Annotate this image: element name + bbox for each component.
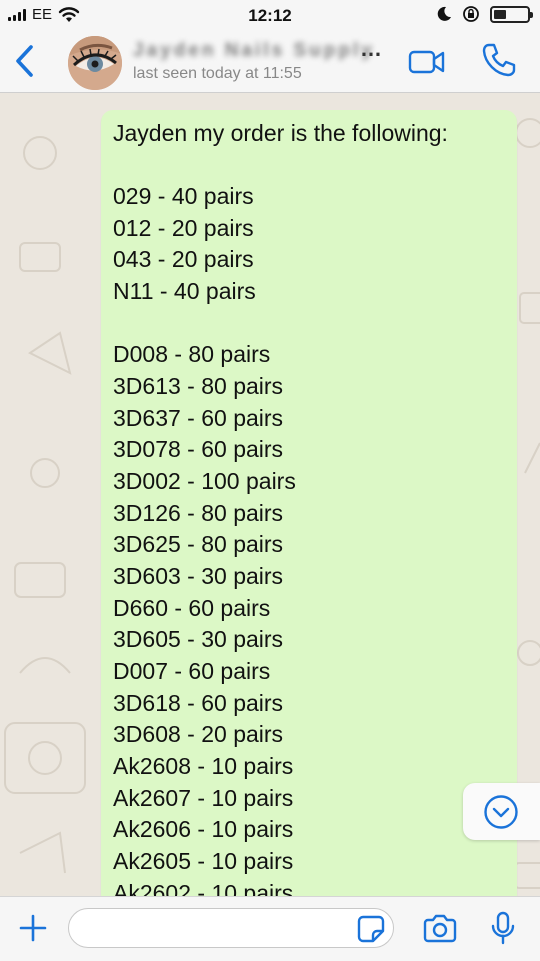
name-ellipsis: … — [360, 36, 383, 61]
order-line: 3D625 - 80 pairs — [113, 531, 284, 557]
plus-icon[interactable] — [18, 913, 48, 943]
order-line: D660 - 60 pairs — [113, 595, 271, 621]
order-line: D008 - 80 pairs — [113, 341, 271, 367]
order-line: 029 - 40 pairs — [113, 183, 254, 209]
status-right — [436, 5, 533, 23]
status-bar: EE 12:12 — [0, 0, 540, 30]
camera-icon[interactable] — [422, 914, 458, 944]
order-line: 3D618 - 60 pairs — [113, 690, 284, 716]
phone-icon[interactable] — [480, 42, 516, 78]
sticker-icon[interactable] — [356, 914, 386, 944]
order-line: Ak2608 - 10 pairs — [113, 753, 294, 779]
orientation-lock-icon — [463, 6, 479, 22]
input-bar — [0, 896, 540, 961]
order-line: 3D002 - 100 pairs — [113, 468, 296, 494]
chevron-down-icon — [484, 795, 518, 829]
order-line: 3D608 - 20 pairs — [113, 721, 284, 747]
avatar[interactable] — [68, 36, 122, 90]
message-intro: Jayden my order is the following: — [113, 120, 448, 146]
chat-header: Jayden Nails Supply … last seen today at… — [0, 30, 540, 93]
microphone-icon[interactable] — [490, 911, 516, 945]
order-line: 3D613 - 80 pairs — [113, 373, 284, 399]
battery-icon — [490, 5, 533, 23]
video-camera-icon[interactable] — [408, 48, 446, 76]
order-line: Ak2606 - 10 pairs — [113, 816, 294, 842]
order-line: 3D605 - 30 pairs — [113, 626, 284, 652]
avatar-eye-image — [68, 36, 122, 90]
back-chevron-icon[interactable] — [10, 43, 40, 79]
order-line: Ak2602 - 10 pairs — [113, 880, 294, 896]
order-line: 3D637 - 60 pairs — [113, 405, 284, 431]
scroll-to-bottom-button[interactable] — [463, 783, 540, 840]
order-line: 3D078 - 60 pairs — [113, 436, 284, 462]
message-input[interactable] — [68, 908, 394, 948]
order-line: 3D603 - 30 pairs — [113, 563, 284, 589]
chat-area[interactable]: Jayden my order is the following: 029 - … — [0, 93, 540, 896]
order-line: D007 - 60 pairs — [113, 658, 271, 684]
order-line: 012 - 20 pairs — [113, 215, 254, 241]
moon-icon — [437, 6, 451, 21]
contact-name[interactable]: Jayden Nails Supply — [133, 40, 398, 62]
order-line: N11 - 40 pairs — [113, 278, 256, 304]
last-seen-status: last seen today at 11:55 — [133, 65, 302, 82]
order-line: 3D126 - 80 pairs — [113, 500, 284, 526]
order-line: 043 - 20 pairs — [113, 246, 254, 272]
message-bubble[interactable]: Jayden my order is the following: 029 - … — [101, 110, 517, 896]
order-line: Ak2607 - 10 pairs — [113, 785, 294, 811]
order-line: Ak2605 - 10 pairs — [113, 848, 294, 874]
